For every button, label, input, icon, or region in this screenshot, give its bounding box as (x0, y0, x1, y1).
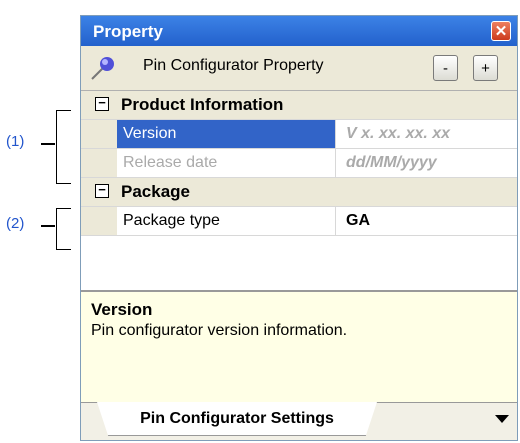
pin-icon (91, 57, 114, 80)
callout-2-bracket (56, 208, 71, 250)
property-row-package-type[interactable]: Package type GA (81, 207, 517, 236)
tab-pin-configurator-settings[interactable]: Pin Configurator Settings (97, 402, 377, 436)
category-product-information[interactable]: − Product Information (81, 91, 517, 120)
description-heading: Version (91, 300, 153, 319)
property-panel: Property ✕ Pin Configurator Property - +… (80, 15, 518, 441)
property-value: GA (335, 207, 517, 235)
tab-dropdown-icon[interactable] (495, 415, 509, 423)
tab-strip: Pin Configurator Settings (81, 402, 517, 440)
property-name: Version (117, 120, 335, 148)
property-name: Release date (123, 154, 218, 171)
description-pane: Version Pin configurator version informa… (81, 290, 517, 402)
property-value: dd/MM/yyyy (335, 149, 517, 177)
panel-title: Property (93, 22, 163, 41)
close-icon[interactable]: ✕ (491, 21, 511, 41)
description-body: Pin configurator version information. (91, 322, 348, 339)
category-label: Package (121, 182, 190, 201)
panel-title-bar[interactable]: Property ✕ (81, 16, 517, 46)
panel-toolbar: Pin Configurator Property - + (81, 46, 517, 90)
callout-2-tick (41, 225, 55, 227)
category-label: Product Information (121, 95, 284, 114)
property-row-release-date[interactable]: Release date dd/MM/yyyy (81, 149, 517, 178)
collapse-toggle-icon[interactable]: − (95, 96, 109, 111)
collapse-all-button[interactable]: - (433, 55, 458, 81)
category-package[interactable]: − Package (81, 178, 517, 207)
property-value: V x. xx. xx. xx (335, 120, 517, 148)
collapse-toggle-icon[interactable]: − (95, 183, 109, 198)
toolbar-label: Pin Configurator Property (143, 57, 324, 74)
callout-1-tick (41, 143, 55, 145)
property-grid: − Product Information Version V x. xx. x… (81, 90, 517, 291)
callout-1: (1) (6, 133, 25, 150)
property-row-version[interactable]: Version V x. xx. xx. xx (81, 120, 517, 149)
property-name: Package type (123, 212, 220, 229)
expand-all-button[interactable]: + (473, 55, 498, 81)
callout-2: (2) (6, 215, 25, 232)
callout-1-bracket (56, 110, 71, 184)
